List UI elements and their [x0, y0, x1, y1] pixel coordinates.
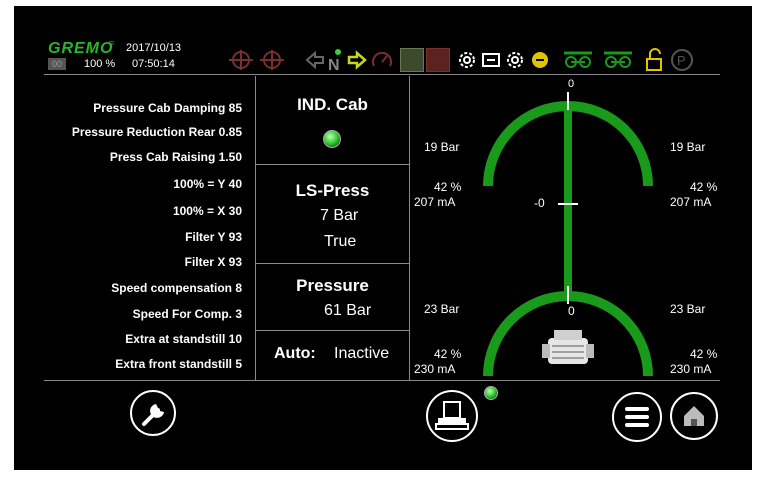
menu-button[interactable] [612, 392, 662, 442]
brand-logo: GREMO [48, 40, 114, 57]
bottom-left-bar: 23 Bar [424, 302, 460, 316]
top-right-pct: 42 % [690, 180, 718, 194]
track-tension-right-icon [604, 51, 632, 68]
gear-icon [507, 52, 523, 68]
ls-press-panel: LS-Press 7 Bar True [256, 165, 409, 263]
brake-icon [426, 48, 450, 72]
param-item: Speed For Comp. 3 [132, 307, 242, 321]
param-item: Press Cab Raising 1.50 [109, 150, 242, 164]
menu-icon [625, 407, 649, 427]
top-left-ma: 207 mA [414, 195, 456, 209]
machine-display: GREMO ≈ 2017/10/13 00 100 % 07:50:14 N P… [14, 6, 752, 470]
bottom-right-bar: 23 Bar [670, 302, 706, 316]
cab-rotate-icon [400, 48, 424, 72]
signal-icon: ≈ [109, 38, 115, 49]
bottom-left-pct: 42 % [434, 347, 462, 361]
top-gauge-center: -0 [534, 196, 545, 210]
auto-panel: Auto: Inactive [256, 331, 409, 380]
ind-cab-title: IND. Cab [297, 95, 368, 114]
param-item: 100% = X 30 [172, 204, 242, 218]
ls-press-status: True [324, 233, 357, 250]
arrow-right-icon [347, 50, 367, 70]
header-percent: 100 % [84, 58, 116, 70]
param-item: Speed compensation 8 [111, 281, 242, 295]
header-date: 2017/10/13 [126, 42, 182, 54]
pressure-panel: Pressure 61 Bar [256, 264, 409, 330]
crane-icon [435, 401, 469, 430]
transmission-icon [482, 53, 500, 67]
arrow-left-icon [305, 50, 324, 70]
top-gauge-zero: 0 [568, 78, 575, 90]
pressure-title: Pressure [296, 276, 369, 295]
parameter-list: Pressure Cab Damping 85 Pressure Reducti… [14, 76, 242, 376]
center-level-bar [564, 104, 572, 294]
bottom-left-ma: 230 mA [414, 362, 456, 376]
top-right-ma: 207 mA [670, 195, 712, 209]
track-tension-left-icon [564, 51, 592, 68]
speedometer-icon [372, 51, 392, 67]
ls-press-value: 7 Bar [320, 207, 359, 224]
home-icon [684, 406, 704, 426]
ls-press-title: LS-Press [295, 181, 370, 200]
gear-settings-icon [459, 52, 475, 68]
auto-label: Auto: [274, 345, 316, 362]
settings-button[interactable] [130, 390, 176, 436]
bottom-right-ma: 230 mA [670, 362, 712, 376]
wrench-icon [142, 404, 164, 426]
crane-status-indicator [484, 386, 498, 400]
pressure-value: 61 Bar [324, 302, 372, 319]
parking-icon: P [671, 49, 693, 71]
svg-text:N: N [328, 57, 340, 72]
top-right-bar: 19 Bar [670, 140, 706, 154]
param-item: Filter X 93 [184, 255, 242, 269]
home-button[interactable] [670, 392, 718, 440]
param-item: Extra front standstill 5 [115, 357, 242, 371]
engine-icon [542, 330, 594, 364]
top-left-pct: 42 % [434, 180, 462, 194]
axle-left-icon [229, 50, 253, 70]
hydraulic-icon [532, 52, 548, 68]
param-item: Filter Y 93 [185, 230, 242, 244]
ind-cab-indicator [323, 130, 341, 148]
neutral-gear-icon: N [328, 49, 341, 72]
footer-divider [44, 380, 720, 381]
param-item: Pressure Reduction Rear 0.85 [71, 125, 242, 139]
param-item: Pressure Cab Damping 85 [93, 101, 242, 115]
status-badge: 00 [48, 58, 66, 70]
svg-text:P: P [677, 53, 686, 68]
gauge-graphics [483, 92, 653, 377]
top-left-bar: 19 Bar [424, 140, 460, 154]
bottom-right-pct: 42 % [690, 347, 718, 361]
axle-right-icon [260, 50, 284, 70]
param-item: 100% = Y 40 [173, 177, 242, 191]
header-divider [44, 74, 720, 75]
auto-value: Inactive [334, 345, 390, 362]
bottom-gauge-center: 0 [568, 304, 575, 318]
crane-mode-button[interactable] [426, 390, 478, 442]
header-time: 07:50:14 [132, 58, 175, 70]
ind-cab-panel: IND. Cab [256, 76, 409, 164]
param-item: Extra at standstill 10 [125, 332, 242, 346]
lock-open-icon [646, 48, 662, 71]
